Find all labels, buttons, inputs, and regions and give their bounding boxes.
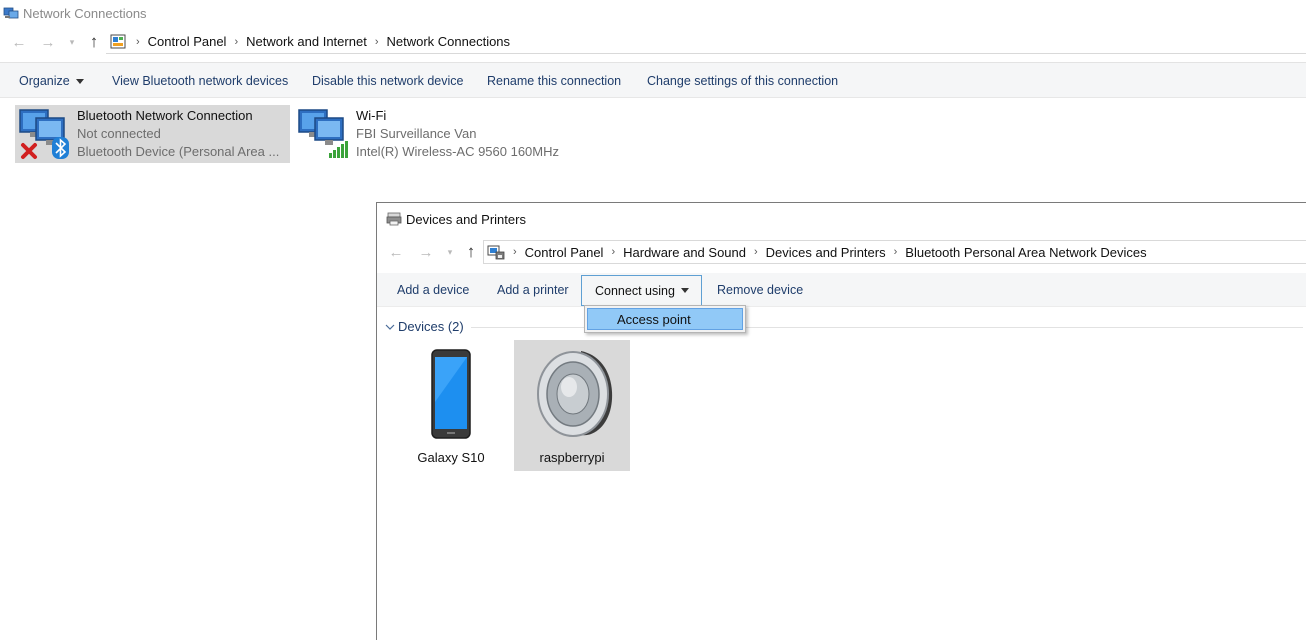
dp-address-bar: ← → ▾ ↑ › Control Panel › Hardware and S… [377,240,1306,266]
change-settings-button[interactable]: Change settings of this connection [647,63,838,99]
recent-locations-chevron-icon[interactable]: ▾ [65,30,79,54]
control-panel-icon [110,33,128,51]
devices-printers-location-icon [487,243,505,261]
breadcrumb-hardware-and-sound[interactable]: Hardware and Sound [623,245,746,260]
add-device-label: Add a device [397,283,470,297]
view-bluetooth-label: View Bluetooth network devices [112,74,289,88]
window-title: Network Connections [23,6,147,21]
view-bluetooth-devices-button[interactable]: View Bluetooth network devices [112,63,288,99]
dropdown-caret-icon [75,78,84,84]
breadcrumb-network-and-internet[interactable]: Network and Internet [246,34,367,49]
devices-printers-app-icon [386,212,402,226]
forward-arrow-icon[interactable]: → [37,30,59,54]
breadcrumb-control-panel[interactable]: Control Panel [525,245,604,260]
connection-status: Not connected [77,126,161,141]
nc-address-bar: ← → ▾ ↑ › Control Panel › Network and In… [0,30,1306,54]
up-arrow-icon[interactable]: ↑ [460,240,482,264]
add-device-button[interactable]: Add a device [397,273,469,307]
forward-arrow-icon[interactable]: → [415,240,437,264]
back-arrow-icon[interactable]: ← [8,30,30,54]
device-item-galaxy-s10[interactable]: Galaxy S10 [393,340,509,471]
speaker-icon [527,347,617,439]
connection-name: Wi-Fi [356,108,387,123]
devices-and-printers-window: Devices and Printers ← → ▾ ↑ › Control P… [376,202,1306,640]
devices-group-label: Devices (2) [398,319,464,334]
organize-label: Organize [19,74,70,88]
address-box[interactable]: › Control Panel › Hardware and Sound › D… [483,240,1306,264]
devices-group-header[interactable]: Devices (2) [383,318,1303,336]
breadcrumb-separator-icon: › [513,246,517,258]
dp-command-bar: Add a device Add a printer Connect using… [377,273,1306,307]
disable-device-button[interactable]: Disable this network device [312,63,463,99]
breadcrumb-network-connections[interactable]: Network Connections [386,34,510,49]
recent-locations-chevron-icon[interactable]: ▾ [443,240,457,264]
up-arrow-icon[interactable]: ↑ [83,30,105,54]
network-connections-titlebar: Network Connections [0,0,1306,28]
breadcrumb-separator-icon: › [136,35,140,48]
connect-using-button[interactable]: Connect using [581,275,702,306]
breadcrumb-control-panel[interactable]: Control Panel [148,34,227,49]
menu-item-access-point[interactable]: Access point [587,308,743,330]
breadcrumb-devices-and-printers[interactable]: Devices and Printers [766,245,886,260]
address-box[interactable]: › Control Panel › Network and Internet ›… [106,30,1306,54]
connection-name: Bluetooth Network Connection [77,108,253,123]
dropdown-caret-icon [680,288,689,293]
connection-item-bluetooth[interactable]: Bluetooth Network Connection Not connect… [15,105,290,163]
back-arrow-icon[interactable]: ← [385,240,407,264]
breadcrumb-separator-icon: › [374,35,379,48]
breadcrumb-separator-icon: › [753,246,758,258]
disable-device-label: Disable this network device [312,74,464,88]
phone-icon [406,347,496,439]
organize-button[interactable]: Organize [19,63,84,99]
breadcrumb-separator-icon: › [893,246,898,258]
dp-titlebar: Devices and Printers [377,203,1306,235]
device-name: Galaxy S10 [417,450,485,465]
wifi-adapter-icon [296,107,352,161]
connection-item-wifi[interactable]: Wi-Fi FBI Surveillance Van Intel(R) Wire… [294,105,584,163]
connection-device: Intel(R) Wireless-AC 9560 160MHz [356,144,560,159]
device-name: raspberrypi [539,450,605,465]
change-settings-label: Change settings of this connection [647,74,839,88]
nc-command-bar: Organize View Bluetooth network devices … [0,62,1306,98]
connection-ssid: FBI Surveillance Van [356,126,477,141]
add-printer-label: Add a printer [497,283,569,297]
connect-using-dropdown-menu: Access point [584,305,746,333]
connection-device: Bluetooth Device (Personal Area ... [77,144,280,159]
breadcrumb-separator-icon: › [611,246,616,258]
add-printer-button[interactable]: Add a printer [497,273,569,307]
connect-using-label: Connect using [595,283,675,298]
rename-connection-label: Rename this connection [487,74,622,88]
bluetooth-network-adapter-icon [17,107,73,161]
breadcrumb-separator-icon: › [234,35,239,48]
device-item-raspberrypi[interactable]: raspberrypi [514,340,630,471]
remove-device-label: Remove device [717,283,804,297]
rename-connection-button[interactable]: Rename this connection [487,63,621,99]
collapse-chevron-icon[interactable] [385,320,395,330]
window-title: Devices and Printers [406,212,526,227]
remove-device-button[interactable]: Remove device [717,273,803,307]
breadcrumb-bluetooth-pan-devices[interactable]: Bluetooth Personal Area Network Devices [905,245,1146,260]
network-connections-app-icon [3,5,19,21]
